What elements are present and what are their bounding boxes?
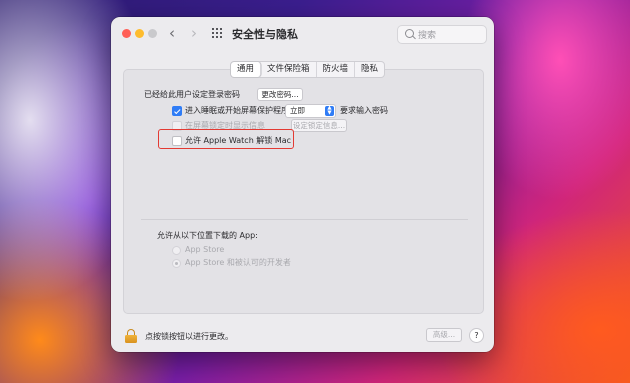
password-delay-select[interactable]: 立即 ▲ ▼ <box>285 104 336 118</box>
set-lock-message-button[interactable]: 设定锁定信息... <box>291 119 347 132</box>
tab-firewall[interactable]: 防火墙 <box>317 62 356 77</box>
forward-icon[interactable]: › <box>191 24 197 42</box>
tab-general[interactable]: 通用 <box>231 62 262 77</box>
radio-app-store-identified-label: App Store 和被认可的开发者 <box>185 258 291 267</box>
radio-app-store[interactable] <box>172 246 181 255</box>
show-all-grid-icon[interactable] <box>212 28 224 39</box>
lock-icon[interactable] <box>125 329 137 343</box>
back-icon[interactable]: ‹ <box>169 24 175 42</box>
change-password-button[interactable]: 更改密码... <box>257 88 303 101</box>
radio-app-store-identified[interactable] <box>172 259 181 268</box>
help-button[interactable]: ? <box>469 328 484 343</box>
password-set-label: 已经给此用户设定登录密码 <box>144 90 240 99</box>
stepper-arrows-icon: ▲ ▼ <box>325 105 334 116</box>
minimize-window-button[interactable] <box>135 29 144 38</box>
password-delay-value: 立即 <box>290 106 305 115</box>
zoom-window-button[interactable] <box>148 29 157 38</box>
tab-privacy[interactable]: 隐私 <box>355 62 384 77</box>
tab-bar: 通用 文件保险箱 防火墙 隐私 <box>230 61 386 78</box>
tab-filevault[interactable]: 文件保险箱 <box>261 62 317 77</box>
annotation-highlight-box <box>158 129 294 149</box>
search-field[interactable]: 搜索 <box>397 25 487 44</box>
allow-apps-heading: 允许从以下位置下载的 App: <box>157 231 258 240</box>
section-divider <box>141 219 468 220</box>
search-placeholder: 搜索 <box>418 31 437 41</box>
window-title: 安全性与隐私 <box>232 28 298 41</box>
close-window-button[interactable] <box>122 29 131 38</box>
advanced-button[interactable]: 高级... <box>426 328 462 342</box>
titlebar: ‹ › 安全性与隐私 搜索 <box>111 17 494 51</box>
radio-app-store-label: App Store <box>185 245 225 254</box>
lock-hint-text: 点按锁按钮以进行更改。 <box>145 332 233 341</box>
require-password-label: 要求输入密码 <box>340 106 388 115</box>
sleep-password-label: 进入睡眠或开始屏幕保护程序 <box>185 106 289 115</box>
security-privacy-window: ‹ › 安全性与隐私 搜索 通用 文件保险箱 防火墙 隐私 已经给此用户设定登录… <box>111 17 494 352</box>
sleep-password-checkbox[interactable] <box>172 106 182 116</box>
search-icon <box>405 29 414 38</box>
